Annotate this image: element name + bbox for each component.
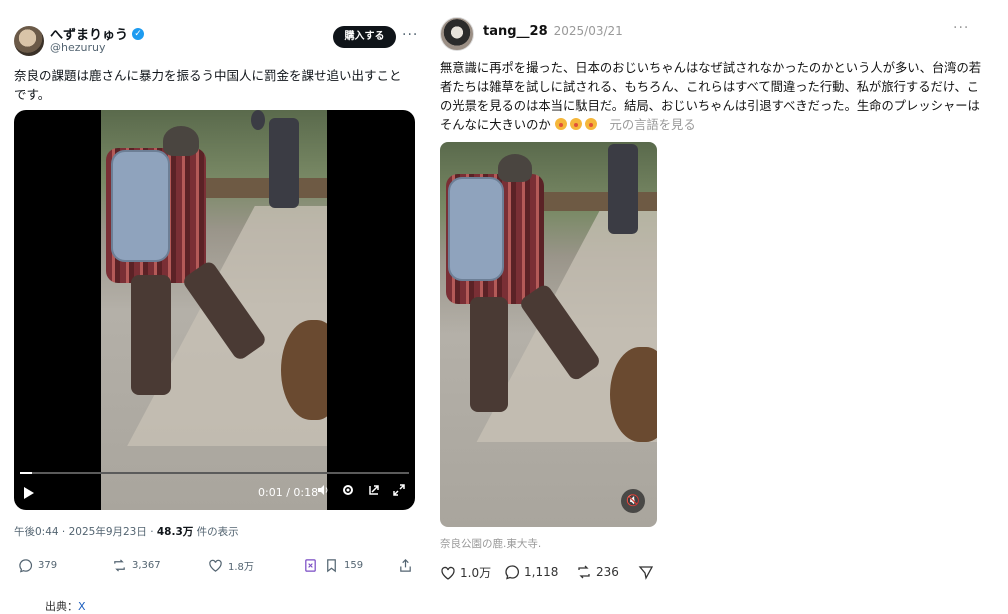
like-count: 1.8万 — [228, 562, 254, 573]
video-frame[interactable] — [101, 110, 327, 510]
right-more-options-icon[interactable]: ··· — [953, 20, 969, 36]
share-icon — [400, 559, 411, 572]
repost-button[interactable]: 3,367 — [112, 558, 161, 573]
reply-button[interactable]: 379 — [18, 558, 57, 573]
like-button[interactable]: 1.8万 — [208, 558, 254, 573]
source-value[interactable]: X — [78, 600, 86, 613]
right-post-date: 2025/03/21 — [553, 24, 623, 38]
play-icon[interactable] — [24, 487, 34, 499]
right-post-text-block: 無意識に再ポを撮った、日本のおじいちゃんはなぜ試されなかったのかという人が多い、… — [440, 59, 985, 135]
settings-gear-icon[interactable] — [341, 484, 355, 499]
verified-badge-icon: ✓ — [132, 27, 145, 40]
mute-icon[interactable]: 🔇 — [621, 489, 645, 513]
bookmark-icon — [327, 559, 336, 573]
bookmark-count: 159 — [344, 560, 364, 571]
post-timestamp[interactable]: 午後0:44 · 2025年9月23日 · — [14, 526, 157, 538]
repost-icon — [114, 559, 125, 572]
right-video-thumbnail — [440, 142, 657, 527]
see-original-language-link[interactable]: 元の言語を見る — [610, 118, 696, 132]
video-player[interactable]: 0:01 / 0:18 — [14, 110, 415, 510]
view-count: 48.3万 — [156, 526, 194, 538]
source-label: 出典： — [45, 600, 78, 613]
grok-icon — [305, 559, 316, 572]
right-post-video[interactable]: 🔇 — [440, 142, 657, 527]
reply-count: 379 — [38, 560, 58, 571]
right-repost-count: 236 — [596, 565, 619, 579]
video-thumbnail — [101, 110, 327, 510]
scream-emoji-icon — [569, 118, 582, 130]
fullscreen-icon[interactable] — [392, 484, 406, 499]
right-post-text: 無意識に再ポを撮った、日本のおじいちゃんはなぜ試されなかったのかという人が多い、… — [440, 61, 982, 132]
right-comment-button[interactable]: 1,118 — [504, 564, 558, 580]
right-post-header: tang__28 2025/03/21 — [483, 24, 623, 39]
scream-emoji-icon — [584, 118, 597, 130]
buy-button[interactable]: 購入する — [333, 26, 396, 48]
left-post: へずまりゅう ✓ @hezuruy 購入する ··· 奈良の課題は鹿さんに暴力を… — [0, 0, 425, 609]
heart-icon — [441, 566, 455, 580]
video-progress-fill — [20, 472, 32, 474]
left-user-avatar[interactable] — [14, 26, 44, 56]
left-post-text: 奈良の課題は鹿さんに暴力を振るう中国人に罰金を課せ追い出すことです。 — [14, 68, 402, 102]
post-meta: 午後0:44 · 2025年9月23日 · 48.3万 件の表示 — [14, 524, 239, 539]
right-user-avatar[interactable] — [440, 17, 474, 51]
video-time: 0:01 / 0:18 — [258, 486, 319, 499]
comment-icon — [505, 565, 520, 580]
video-progress-bar[interactable] — [20, 472, 409, 474]
repost-count: 3,367 — [132, 560, 161, 571]
left-action-bar: 379 3,367 1.8万 159 — [14, 558, 415, 576]
right-post: tang__28 2025/03/21 ··· 無意識に再ポを撮った、日本のおじい… — [425, 0, 1008, 609]
source-credit: 出典：X — [45, 598, 86, 614]
right-username[interactable]: tang__28 — [483, 24, 548, 39]
send-icon — [638, 566, 654, 580]
left-more-options-icon[interactable]: ··· — [402, 27, 418, 43]
scream-emoji-icon — [554, 118, 567, 130]
view-suffix: 件の表示 — [193, 526, 239, 538]
grok-button[interactable] — [303, 558, 318, 573]
right-like-count: 1.0万 — [460, 566, 492, 580]
right-share-button[interactable] — [638, 564, 654, 580]
share-button[interactable] — [398, 558, 413, 573]
right-like-button[interactable]: 1.0万 — [440, 564, 491, 581]
bookmark-button[interactable]: 159 — [324, 558, 363, 573]
video-caption: 奈良公園の鹿.東大寺. — [440, 538, 542, 550]
picture-in-picture-icon[interactable] — [367, 484, 381, 499]
volume-icon[interactable] — [316, 484, 330, 499]
right-repost-button[interactable]: 236 — [576, 564, 619, 580]
repost-icon — [578, 565, 590, 579]
left-handle[interactable]: @hezuruy — [50, 41, 106, 54]
right-comment-count: 1,118 — [524, 565, 559, 579]
heart-icon — [209, 559, 222, 572]
reply-icon — [19, 559, 33, 573]
